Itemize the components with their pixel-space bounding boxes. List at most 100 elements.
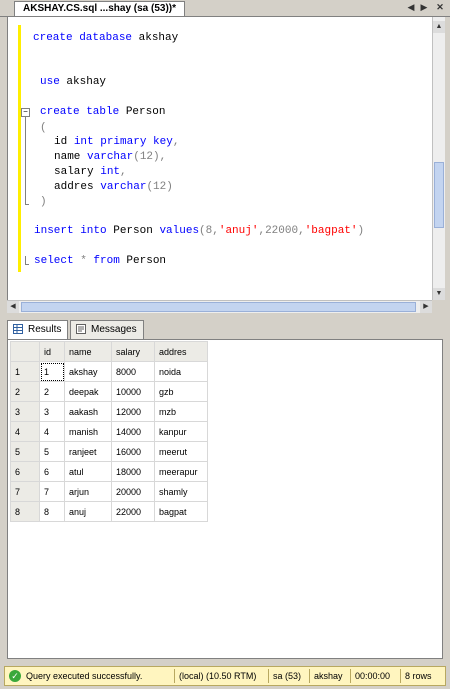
cell[interactable]: 5	[39, 441, 65, 462]
code-line-6[interactable]: name varchar(12),	[54, 150, 166, 164]
code-line-1[interactable]: create database akshay	[33, 31, 178, 45]
table-row[interactable]: 6 6 atul 18000 meerapur	[10, 461, 208, 482]
punctuation: ,22000,	[258, 225, 305, 237]
code-text: id	[54, 136, 74, 148]
cell[interactable]: akshay	[64, 361, 112, 382]
scroll-down-icon[interactable]: ▼	[433, 288, 445, 300]
cell[interactable]: ranjeet	[64, 441, 112, 462]
cell[interactable]: 16000	[111, 441, 155, 462]
punctuation: (12),	[133, 151, 167, 163]
cell[interactable]: 14000	[111, 421, 155, 442]
fold-end	[25, 204, 29, 205]
tab-results[interactable]: Results	[7, 320, 69, 339]
keyword: create database	[33, 32, 133, 44]
row-number[interactable]: 1	[10, 361, 40, 382]
code-line-2[interactable]: use akshay	[40, 75, 106, 89]
table-row[interactable]: 5 5 ranjeet 16000 meerut	[10, 441, 208, 462]
cell[interactable]: aakash	[64, 401, 112, 422]
cell[interactable]: deepak	[64, 381, 112, 402]
punctuation: (8,	[199, 225, 219, 237]
row-number[interactable]: 6	[10, 461, 40, 482]
cell[interactable]: 22000	[111, 501, 155, 522]
code-line-3[interactable]: create table Person	[40, 105, 165, 119]
row-number[interactable]: 3	[10, 401, 40, 422]
results-grid[interactable]: id name salary addres 1 1 akshay 8000 noida …	[7, 339, 443, 659]
cell[interactable]: noida	[154, 361, 208, 382]
cell[interactable]: kanpur	[154, 421, 208, 442]
code-line-9[interactable]: )	[40, 195, 47, 209]
code-line-4[interactable]: (	[40, 121, 47, 135]
cell[interactable]: 8000	[111, 361, 155, 382]
cell[interactable]: meerapur	[154, 461, 208, 482]
scroll-left-icon[interactable]: ◀	[7, 301, 19, 313]
change-margin	[18, 25, 21, 272]
status-user: sa (53)	[273, 671, 302, 681]
cell[interactable]: 3	[39, 401, 65, 422]
status-elapsed: 00:00:00	[355, 671, 391, 681]
code-text: akshay	[59, 76, 107, 88]
code-text: name	[54, 151, 88, 163]
cell[interactable]: 18000	[111, 461, 155, 482]
row-number[interactable]: 5	[10, 441, 40, 462]
cell[interactable]: 8	[39, 501, 65, 522]
cell[interactable]: 1	[39, 361, 65, 382]
column-header[interactable]: name	[64, 341, 112, 362]
table-row[interactable]: 4 4 manish 14000 kanpur	[10, 421, 208, 442]
table-row[interactable]: 2 2 deepak 10000 gzb	[10, 381, 208, 402]
cell[interactable]: gzb	[154, 381, 208, 402]
row-number[interactable]: 7	[10, 481, 40, 502]
cell[interactable]: 2	[39, 381, 65, 402]
tab-messages[interactable]: Messages	[70, 320, 144, 339]
column-header[interactable]: addres	[154, 341, 208, 362]
keyword: from	[93, 255, 120, 267]
table-row[interactable]: 8 8 anuj 22000 bagpat	[10, 501, 208, 522]
table-row[interactable]: 3 3 aakash 12000 mzb	[10, 401, 208, 422]
code-line-5[interactable]: id int primary key,	[54, 135, 179, 149]
cell[interactable]: manish	[64, 421, 112, 442]
punctuation: (12)	[146, 181, 173, 193]
row-number[interactable]: 8	[10, 501, 40, 522]
cell[interactable]: mzb	[154, 401, 208, 422]
divider	[400, 669, 401, 683]
vertical-scrollbar[interactable]: ▲ ▼	[432, 17, 445, 300]
table-row[interactable]: 7 7 arjun 20000 shamly	[10, 481, 208, 502]
cell[interactable]: anuj	[64, 501, 112, 522]
scroll-up-icon[interactable]: ▲	[433, 21, 445, 33]
cell[interactable]: 10000	[111, 381, 155, 402]
row-number[interactable]: 2	[10, 381, 40, 402]
cell[interactable]: bagpat	[154, 501, 208, 522]
collapse-icon[interactable]: −	[21, 108, 30, 117]
scroll-right-icon[interactable]: ▶	[420, 301, 432, 313]
status-server: (local) (10.50 RTM)	[179, 671, 257, 681]
column-header[interactable]: salary	[111, 341, 155, 362]
code-line-10[interactable]: insert into Person values(8,'anuj',22000…	[34, 224, 364, 238]
cell[interactable]: atul	[64, 461, 112, 482]
scroll-thumb[interactable]	[434, 162, 444, 228]
code-line-11[interactable]: select * from Person	[34, 254, 166, 268]
code-line-8[interactable]: addres varchar(12)	[54, 180, 173, 194]
close-icon[interactable]: ✕	[434, 1, 446, 14]
scroll-thumb[interactable]	[21, 302, 416, 312]
cell[interactable]: shamly	[154, 481, 208, 502]
chevron-right-icon[interactable]: ▶	[418, 1, 430, 14]
string-literal: 'anuj'	[218, 225, 259, 237]
document-tab[interactable]: AKSHAY.CS.sql ...shay (sa (53))*	[14, 1, 186, 16]
column-header[interactable]: id	[39, 341, 65, 362]
corner-cell[interactable]	[10, 341, 40, 362]
keyword: values	[159, 225, 200, 237]
cell[interactable]: 4	[39, 421, 65, 442]
horizontal-scrollbar[interactable]: ◀ ▶	[7, 300, 432, 313]
chevron-left-icon[interactable]: ◀	[405, 1, 417, 14]
cell[interactable]: 12000	[111, 401, 155, 422]
row-number[interactable]: 4	[10, 421, 40, 442]
table-row[interactable]: 1 1 akshay 8000 noida	[10, 361, 208, 382]
cell[interactable]: meerut	[154, 441, 208, 462]
cell[interactable]: arjun	[64, 481, 112, 502]
tab-results-label: Results	[28, 324, 62, 335]
cell[interactable]: 7	[39, 481, 65, 502]
cell[interactable]: 6	[39, 461, 65, 482]
keyword: int	[100, 166, 121, 178]
divider	[309, 669, 310, 683]
code-line-7[interactable]: salary int,	[54, 165, 127, 179]
cell[interactable]: 20000	[111, 481, 155, 502]
